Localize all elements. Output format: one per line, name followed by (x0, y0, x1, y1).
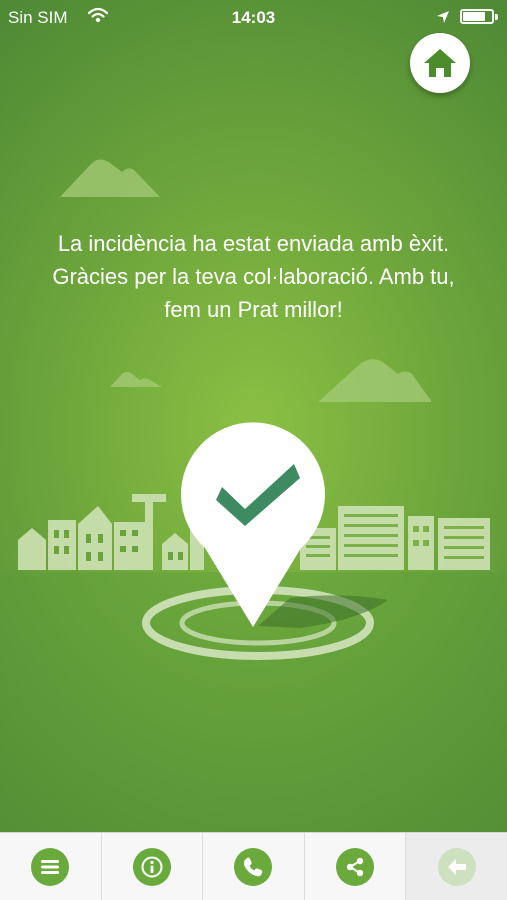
tab-menu[interactable] (0, 833, 102, 900)
app-screen: Sin SIM 14:03 La incidència ha estat env… (0, 0, 507, 900)
success-message: La incidència ha estat enviada amb èxit.… (20, 227, 487, 326)
menu-icon (31, 848, 70, 886)
message-line-2: Gràcies per la teva col·laboració. Amb t… (52, 264, 455, 289)
buildings-left (18, 494, 204, 570)
tab-info[interactable] (101, 833, 204, 900)
cloud-left (60, 159, 160, 197)
city-illustration (0, 159, 507, 832)
message-line-3: fem un Prat millor! (164, 297, 343, 322)
clock-time: 14:03 (231, 8, 276, 27)
info-icon (132, 848, 171, 886)
battery-tip (495, 14, 498, 20)
battery-icon (460, 9, 494, 24)
tab-share[interactable] (304, 833, 407, 900)
tab-phone[interactable] (203, 833, 305, 900)
location-arrow-icon (436, 9, 450, 29)
status-bar: Sin SIM 14:03 (0, 0, 507, 36)
tab-back[interactable] (406, 833, 507, 900)
cloud-small (110, 372, 162, 387)
battery-fill (463, 12, 485, 21)
phone-icon (234, 848, 273, 886)
home-button[interactable] (410, 33, 470, 93)
back-arrow-icon (437, 848, 476, 886)
message-line-1: La incidència ha estat enviada amb èxit. (57, 231, 450, 256)
share-icon (336, 848, 375, 886)
bottom-tab-bar (0, 832, 507, 900)
cloud-right (318, 359, 432, 402)
home-icon (424, 49, 456, 77)
